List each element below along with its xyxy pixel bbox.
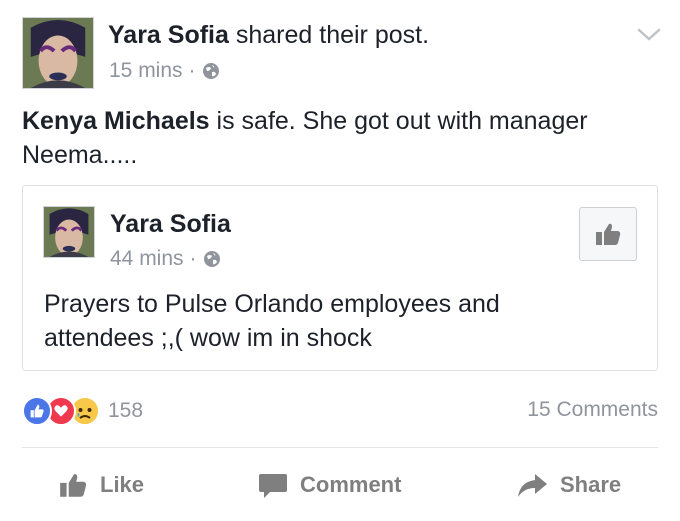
comments-count[interactable]: 15 Comments <box>527 398 658 422</box>
like-reaction-icon <box>22 396 52 426</box>
post-timestamp[interactable]: 15 mins <box>109 59 183 83</box>
comment-icon <box>259 474 287 498</box>
shared-post-text: Prayers to Pulse Orlando employees and a… <box>44 290 500 352</box>
like-button[interactable]: Like <box>58 471 144 499</box>
share-label: Share <box>560 472 622 497</box>
shared-author-name[interactable]: Yara Sofia <box>110 210 231 239</box>
reactions-summary[interactable]: 158 <box>22 396 143 426</box>
shared-post-meta: 44 mins · <box>110 247 221 271</box>
shared-post-timestamp[interactable]: 44 mins <box>110 247 184 271</box>
thumbs-up-icon <box>596 223 621 245</box>
meta-separator: · <box>188 59 196 82</box>
globe-icon <box>202 62 220 80</box>
mentioned-name[interactable]: Kenya Michaels <box>22 107 210 135</box>
shared-author-avatar[interactable] <box>43 206 95 258</box>
avatar-image <box>23 18 93 88</box>
shared-meta-separator: · <box>189 247 197 270</box>
comment-label: Comment <box>300 472 402 497</box>
author-avatar[interactable] <box>22 17 94 89</box>
post-header: Yara Sofia shared their post. <box>108 21 429 50</box>
like-icon <box>60 474 87 497</box>
divider <box>22 447 658 448</box>
reaction-count: 158 <box>108 399 144 422</box>
post-text: Kenya Michaels is safe. She got out with… <box>22 104 652 172</box>
post-meta: 15 mins · <box>109 59 220 83</box>
like-label: Like <box>100 472 145 497</box>
share-button[interactable]: Share <box>516 471 621 499</box>
header-action-text: shared their post. <box>235 21 430 49</box>
author-name[interactable]: Yara Sofia <box>108 21 229 49</box>
comment-button[interactable]: Comment <box>258 471 401 499</box>
shared-like-button[interactable] <box>579 207 637 261</box>
shared-globe-icon <box>203 250 221 268</box>
shared-post-card[interactable]: Yara Sofia 44 mins · Prayers to Pulse Or… <box>22 185 658 371</box>
share-icon <box>518 474 547 497</box>
chevron-down-icon[interactable] <box>636 26 662 44</box>
shared-avatar-image <box>44 207 94 257</box>
